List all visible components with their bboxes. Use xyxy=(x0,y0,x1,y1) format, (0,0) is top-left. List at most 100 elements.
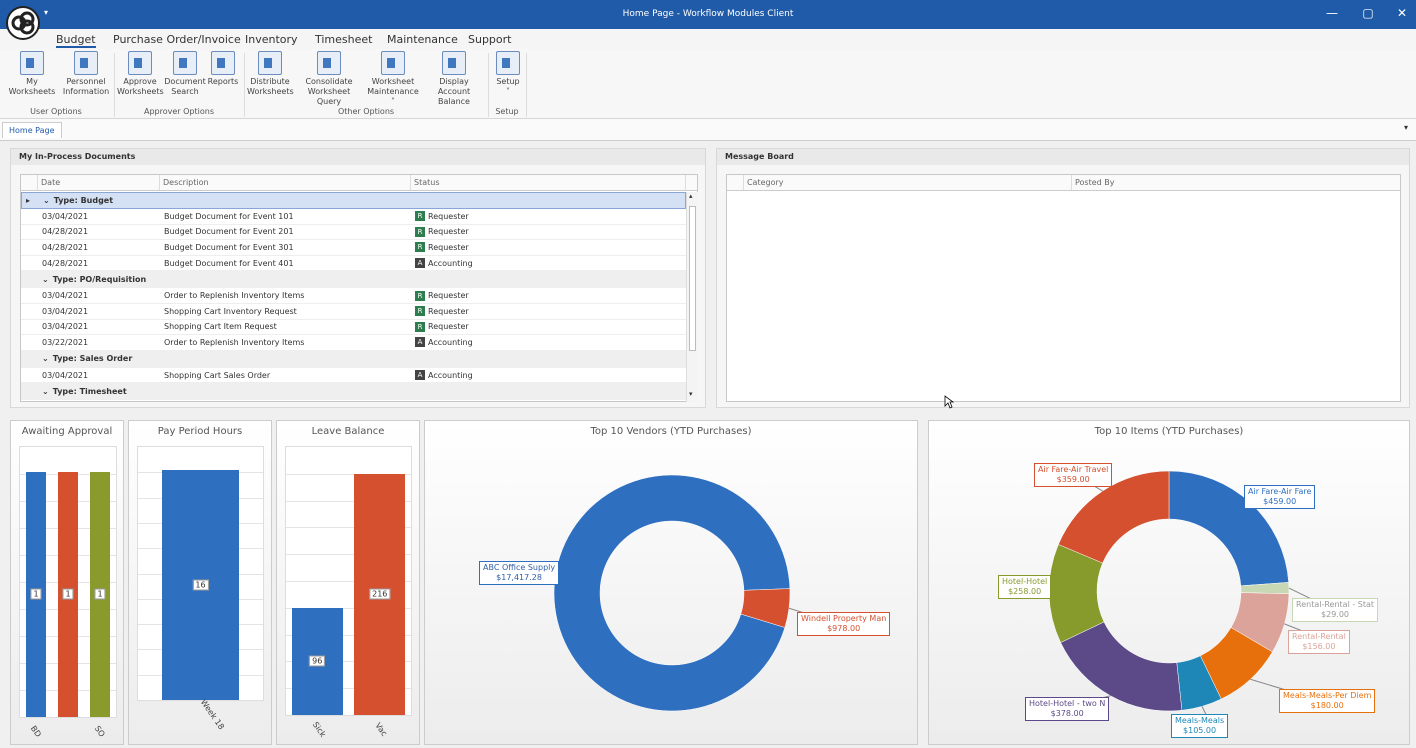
group-row[interactable]: ⌄ Type: Sales Order xyxy=(21,350,686,368)
slice-label-value: $17,417.28 xyxy=(496,573,542,582)
scroll-up-icon[interactable]: ▴ xyxy=(689,192,693,200)
group-other-options: Other Options xyxy=(337,107,395,116)
slice-label: Hotel-Hotel - two N $378.00 xyxy=(1025,697,1110,721)
group-toggle-icon[interactable]: ⌄ xyxy=(38,354,49,363)
cell-date: 03/04/2021 xyxy=(42,211,89,221)
worksheet-maintenance-button[interactable]: Worksheet Maintenance ˅ xyxy=(364,51,422,107)
slice-label: Windell Property Man $978.00 xyxy=(797,612,891,636)
reports-icon xyxy=(211,51,235,75)
group-row[interactable]: ⌄ Type: Timesheet xyxy=(21,383,686,401)
slice-label-name: Windell Property Man xyxy=(801,614,887,623)
scroll-down-icon[interactable]: ▾ xyxy=(689,390,693,398)
mouse-cursor-icon xyxy=(944,395,954,409)
close-button[interactable]: ✕ xyxy=(1392,6,1412,20)
button-label: Worksheet Query xyxy=(307,87,351,106)
button-label: Reports xyxy=(207,77,239,86)
column-category[interactable]: Category xyxy=(744,175,1072,190)
personnel-information-button[interactable]: Personnel Information xyxy=(62,51,110,97)
leave-balance-card: Leave Balance 96 Sick 216 Vac xyxy=(276,420,420,745)
chart-title: Leave Balance xyxy=(311,426,385,437)
grid-header: Category Posted By xyxy=(727,175,1400,191)
group-toggle-icon[interactable]: ⌄ xyxy=(38,387,49,396)
maximize-button[interactable]: ▢ xyxy=(1358,6,1378,20)
tab-maintenance[interactable]: Maintenance xyxy=(387,33,458,46)
x-tick-label: Vac xyxy=(373,721,389,738)
tab-home-page[interactable]: Home Page xyxy=(2,122,62,138)
slice-label-name: Hotel-Hotel xyxy=(1002,577,1048,586)
button-label: Setup xyxy=(496,77,520,86)
approve-icon xyxy=(128,51,152,75)
tab-timesheet[interactable]: Timesheet xyxy=(315,33,372,46)
minimize-button[interactable]: — xyxy=(1322,6,1342,20)
cell-description: Shopping Cart Item Request xyxy=(164,322,277,332)
table-row[interactable]: 03/04/2021 Shopping Cart Inventory Reques… xyxy=(21,304,686,320)
data-label: 216 xyxy=(369,588,391,600)
reports-button[interactable]: Reports xyxy=(206,51,240,87)
group-toggle-icon[interactable]: ⌄ xyxy=(38,275,49,284)
distribute-worksheets-button[interactable]: Distribute Worksheets xyxy=(247,51,294,97)
app-logo-icon[interactable] xyxy=(6,6,40,40)
top-vendors-card: Top 10 Vendors (YTD Purchases) ABC Office… xyxy=(424,420,918,745)
consolidate-worksheet-query-button[interactable]: Consolidate Worksheet Query xyxy=(295,51,363,107)
my-worksheets-button[interactable]: My Worksheets xyxy=(3,51,61,97)
slice-label-name: Air Fare-Air Travel xyxy=(1038,465,1109,474)
group-user-options: User Options xyxy=(30,107,82,116)
scrollbar-thumb[interactable] xyxy=(689,206,696,351)
plot-area: 16 Week 18 xyxy=(137,446,264,731)
cell-date: 03/04/2021 xyxy=(42,291,89,301)
tab-budget[interactable]: Budget xyxy=(56,33,96,48)
slice-label-value: $378.00 xyxy=(1050,709,1084,718)
button-label: Distribute xyxy=(250,77,290,86)
status-badge: R xyxy=(415,306,425,317)
column-date[interactable]: Date xyxy=(38,175,160,190)
table-row[interactable]: 03/04/2021 Shopping Cart Item Request R Req… xyxy=(21,320,686,336)
table-row[interactable]: 03/22/2021 Order to Replenish Inventory I… xyxy=(21,335,686,351)
chart-title: Pay Period Hours xyxy=(157,426,243,437)
table-row[interactable]: 03/04/2021 Order to Replenish Inventory I… xyxy=(21,288,686,304)
table-row[interactable]: 04/28/2021 Budget Document for Event 401 A… xyxy=(21,256,686,272)
message-board-grid: Category Posted By xyxy=(726,174,1401,402)
cell-status: R Requester xyxy=(411,306,686,317)
awaiting-approval-card: Awaiting Approval 1 BD 1 1 SO xyxy=(10,420,124,745)
group-row[interactable]: ▸ ⌄ Type: Budget xyxy=(21,192,686,209)
cell-date: 04/28/2021 xyxy=(42,242,89,252)
tab-support[interactable]: Support xyxy=(468,33,511,46)
slice-label: Meals-Meals-Per Diem $180.00 xyxy=(1279,689,1376,713)
button-label: Worksheets xyxy=(117,87,164,96)
tab-list-dropdown[interactable]: ▾ xyxy=(1404,123,1408,132)
table-row[interactable]: 03/04/2021 Shopping Cart Sales Order A Acco… xyxy=(21,368,686,384)
cell-date: 04/28/2021 xyxy=(42,227,89,237)
setup-button[interactable]: Setup ˅ xyxy=(492,51,524,97)
table-row[interactable]: 03/04/2021 Budget Document for Event 101 R… xyxy=(21,209,686,225)
message-board-panel: Message Board Category Posted By xyxy=(716,148,1410,408)
display-account-balance-button[interactable]: Display Account Balance xyxy=(423,51,485,107)
cell-description: Shopping Cart Inventory Request xyxy=(164,306,297,316)
slice-label: Hotel-Hotel $258.00 xyxy=(998,575,1052,599)
worksheet-maintenance-icon xyxy=(381,51,405,75)
chart-title: Awaiting Approval xyxy=(21,426,113,437)
document-search-button[interactable]: Document Search xyxy=(164,51,206,97)
slice-label-name: Rental-Rental xyxy=(1292,632,1346,641)
distribute-icon xyxy=(258,51,282,75)
status-badge: R xyxy=(415,242,425,253)
table-row[interactable]: 04/28/2021 Budget Document for Event 201 R… xyxy=(21,225,686,241)
cell-status: A Accounting xyxy=(411,370,686,381)
cell-description: Shopping Cart Sales Order xyxy=(164,370,271,380)
column-description[interactable]: Description xyxy=(160,175,411,190)
table-row[interactable]: 04/28/2021 Budget Document for Event 301 R… xyxy=(21,240,686,256)
cell-description: Budget Document for Event 301 xyxy=(164,242,294,252)
vertical-scrollbar[interactable]: ▴ ▾ xyxy=(686,192,698,402)
slice-label-name: ABC Office Supply xyxy=(483,563,556,572)
column-posted-by[interactable]: Posted By xyxy=(1072,175,1400,190)
in-process-documents-panel: My In-Process Documents Date Description… xyxy=(10,148,706,408)
group-toggle-icon[interactable]: ⌄ xyxy=(39,196,50,205)
column-status[interactable]: Status xyxy=(411,175,686,190)
button-label: Consolidate xyxy=(305,77,353,86)
group-row[interactable]: ⌄ Type: PO/Requisition xyxy=(21,271,686,289)
cell-date: 03/04/2021 xyxy=(42,370,89,380)
cell-date: 03/04/2021 xyxy=(42,322,89,332)
pay-period-hours-card: Pay Period Hours 16 Week 18 xyxy=(128,420,272,745)
tab-inventory[interactable]: Inventory xyxy=(245,33,298,46)
tab-purchase-order[interactable]: Purchase Order/Invoice xyxy=(113,33,241,46)
approve-worksheets-button[interactable]: Approve Worksheets xyxy=(117,51,164,97)
